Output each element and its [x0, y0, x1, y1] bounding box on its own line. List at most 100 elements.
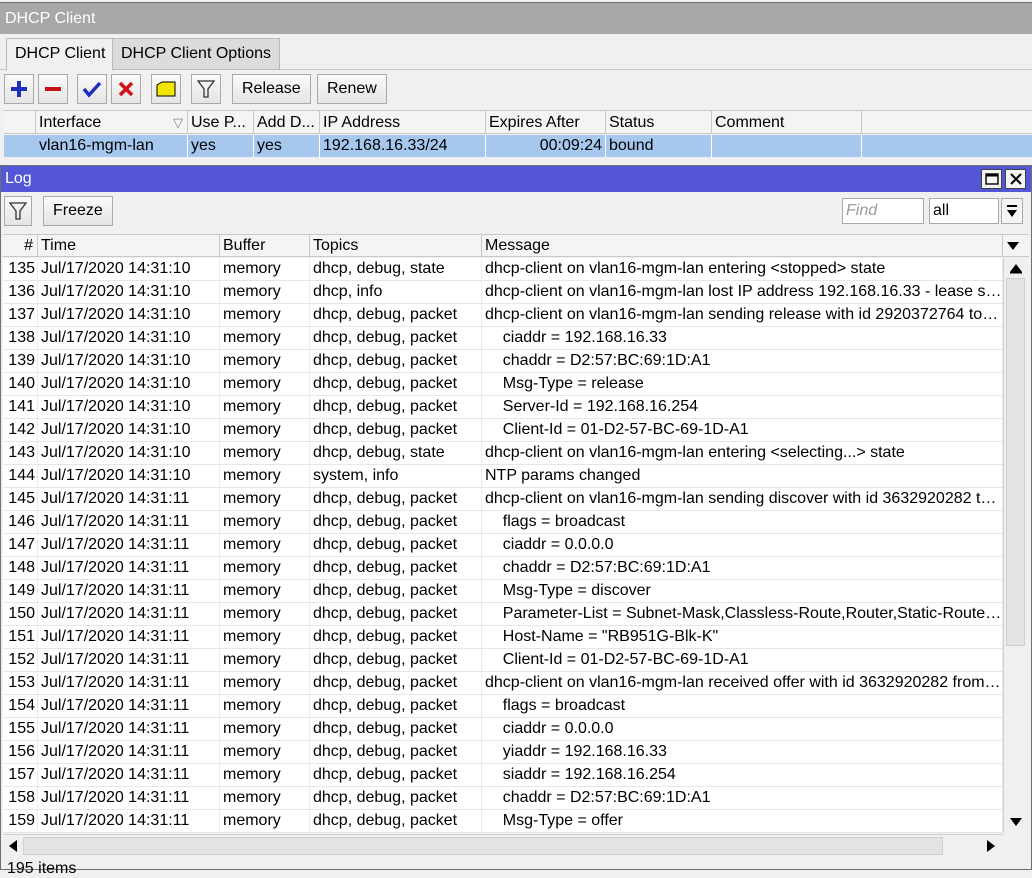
cell-number: 139 [3, 350, 38, 372]
cell-message: Client-Id = 01-D2-57-BC-69-1D-A1 [482, 419, 1003, 441]
table-row[interactable]: 156 Jul/17/2020 14:31:11 memory dhcp, debug… [3, 741, 1003, 764]
table-row[interactable]: 151 Jul/17/2020 14:31:11 memory dhcp, debug… [3, 626, 1003, 649]
cell-time: Jul/17/2020 14:31:11 [38, 626, 220, 648]
cell-message: dhcp-client on vlan16-mgm-lan entering <… [482, 442, 1003, 464]
table-row[interactable]: 154 Jul/17/2020 14:31:11 memory dhcp, debug… [3, 695, 1003, 718]
column-header-ip-address[interactable]: IP Address [320, 111, 486, 134]
cell-number: 135 [3, 258, 38, 280]
remove-button[interactable] [38, 74, 68, 104]
table-row[interactable]: 146 Jul/17/2020 14:31:11 memory dhcp, debug… [3, 511, 1003, 534]
comment-button[interactable] [151, 74, 181, 104]
chevron-down-icon [1007, 242, 1019, 250]
table-row[interactable]: 153 Jul/17/2020 14:31:11 memory dhcp, debug… [3, 672, 1003, 695]
cell-time: Jul/17/2020 14:31:11 [38, 649, 220, 671]
table-row[interactable]: 147 Jul/17/2020 14:31:11 memory dhcp, debug… [3, 534, 1003, 557]
maximize-button[interactable] [981, 169, 1002, 189]
table-row[interactable]: 149 Jul/17/2020 14:31:11 memory dhcp, debug… [3, 580, 1003, 603]
table-row[interactable]: 141 Jul/17/2020 14:31:10 memory dhcp, debug… [3, 396, 1003, 419]
table-row[interactable]: 145 Jul/17/2020 14:31:11 memory dhcp, debug… [3, 488, 1003, 511]
cell-topics: dhcp, debug, packet [310, 672, 482, 694]
cell-buffer: memory [220, 718, 310, 740]
table-row[interactable]: 135 Jul/17/2020 14:31:10 memory dhcp, debug… [3, 258, 1003, 281]
log-filter-button[interactable] [4, 196, 32, 226]
maximize-icon [984, 173, 999, 185]
table-row[interactable]: 142 Jul/17/2020 14:31:10 memory dhcp, debug… [3, 419, 1003, 442]
cell-message: ciaddr = 192.168.16.33 [482, 327, 1003, 349]
column-header-use-peer[interactable]: Use P... [188, 111, 254, 134]
scroll-right-icon[interactable] [985, 839, 997, 853]
column-header-add-default[interactable]: Add D... [254, 111, 320, 134]
cell-message: ciaddr = 0.0.0.0 [482, 718, 1003, 740]
cell-buffer: memory [220, 534, 310, 556]
table-row[interactable]: 148 Jul/17/2020 14:31:11 memory dhcp, debug… [3, 557, 1003, 580]
freeze-button[interactable]: Freeze [43, 196, 113, 226]
cell-buffer: memory [220, 580, 310, 602]
column-menu-button[interactable] [1003, 235, 1029, 257]
column-header-topics[interactable]: Topics [310, 235, 482, 257]
select-dropdown-button[interactable] [1001, 198, 1023, 224]
cell-number: 158 [3, 787, 38, 809]
column-header-status[interactable]: Status [606, 111, 712, 134]
topic-filter-select[interactable]: all [929, 198, 999, 224]
table-row[interactable]: 137 Jul/17/2020 14:31:10 memory dhcp, debug… [3, 304, 1003, 327]
cell-number: 149 [3, 580, 38, 602]
table-row[interactable]: 143 Jul/17/2020 14:31:10 memory dhcp, debug… [3, 442, 1003, 465]
close-button[interactable] [1005, 169, 1026, 189]
column-header-buffer[interactable]: Buffer [220, 235, 310, 257]
column-header-interface[interactable]: Interface ▽ [36, 111, 188, 134]
table-row[interactable]: 159 Jul/17/2020 14:31:11 memory dhcp, debug… [3, 810, 1003, 833]
vertical-scroll-thumb[interactable] [1006, 278, 1025, 646]
tab-bar: DHCP Client DHCP Client Options [0, 34, 1032, 71]
filter-button[interactable] [191, 74, 221, 104]
cell-time: Jul/17/2020 14:31:11 [38, 810, 220, 832]
column-header-message[interactable]: Message [482, 235, 1003, 257]
cell-buffer: memory [220, 304, 310, 326]
cell-buffer: memory [220, 511, 310, 533]
cell-ip-address: 192.168.16.33/24 [320, 135, 486, 157]
cell-buffer: memory [220, 350, 310, 372]
scroll-down-icon[interactable] [1009, 816, 1023, 828]
enable-button[interactable] [77, 74, 107, 104]
tab-dhcp-client[interactable]: DHCP Client [6, 38, 115, 71]
table-row[interactable]: 139 Jul/17/2020 14:31:10 memory dhcp, debug… [3, 350, 1003, 373]
dhcp-client-window: DHCP Client DHCP Client DHCP Client Opti… [0, 0, 1032, 160]
horizontal-scrollbar[interactable] [3, 834, 1003, 856]
cell-number: 157 [3, 764, 38, 786]
column-header-number[interactable]: # [3, 235, 38, 257]
cell-message: Msg-Type = offer [482, 810, 1003, 832]
table-row[interactable]: 150 Jul/17/2020 14:31:11 memory dhcp, debug… [3, 603, 1003, 626]
table-row[interactable]: 138 Jul/17/2020 14:31:10 memory dhcp, debug… [3, 327, 1003, 350]
disable-button[interactable] [111, 74, 141, 104]
table-row[interactable]: 136 Jul/17/2020 14:31:10 memory dhcp, info d… [3, 281, 1003, 304]
cell-number: 152 [3, 649, 38, 671]
table-row[interactable]: 140 Jul/17/2020 14:31:10 memory dhcp, debug… [3, 373, 1003, 396]
cell-time: Jul/17/2020 14:31:11 [38, 718, 220, 740]
scroll-left-icon[interactable] [7, 839, 19, 853]
table-row[interactable]: 158 Jul/17/2020 14:31:11 memory dhcp, debug… [3, 787, 1003, 810]
cell-message: NTP params changed [482, 465, 1003, 487]
table-row[interactable]: 157 Jul/17/2020 14:31:11 memory dhcp, debug… [3, 764, 1003, 787]
cell-time: Jul/17/2020 14:31:11 [38, 787, 220, 809]
cell-topics: dhcp, debug, packet [310, 626, 482, 648]
horizontal-scroll-thumb[interactable] [23, 837, 943, 855]
log-table-header: # Time Buffer Topics Message [3, 234, 1029, 257]
renew-button[interactable]: Renew [317, 74, 387, 104]
table-row[interactable]: 155 Jul/17/2020 14:31:11 memory dhcp, debug… [3, 718, 1003, 741]
column-header-comment[interactable]: Comment [712, 111, 862, 134]
table-row[interactable]: 152 Jul/17/2020 14:31:11 memory dhcp, debug… [3, 649, 1003, 672]
dhcp-toolbar: Release Renew [0, 70, 1032, 108]
add-button[interactable] [4, 74, 34, 104]
table-row[interactable]: 144 Jul/17/2020 14:31:10 memory system, inf… [3, 465, 1003, 488]
column-header-expires-after[interactable]: Expires After [486, 111, 606, 134]
cell-message: dhcp-client on vlan16-mgm-lan sending re… [482, 304, 1003, 326]
vertical-scrollbar[interactable] [1003, 258, 1027, 833]
cell-number: 136 [3, 281, 38, 303]
find-input[interactable]: Find [842, 198, 924, 224]
scroll-up-icon[interactable] [1009, 262, 1023, 274]
release-button[interactable]: Release [232, 74, 311, 104]
window-title: DHCP Client [0, 2, 1032, 34]
tab-dhcp-client-options[interactable]: DHCP Client Options [112, 38, 280, 70]
table-row[interactable]: vlan16-mgm-lan yes yes 192.168.16.33/24 … [4, 135, 1032, 157]
log-window-title: Log [5, 170, 32, 187]
column-header-time[interactable]: Time [38, 235, 220, 257]
